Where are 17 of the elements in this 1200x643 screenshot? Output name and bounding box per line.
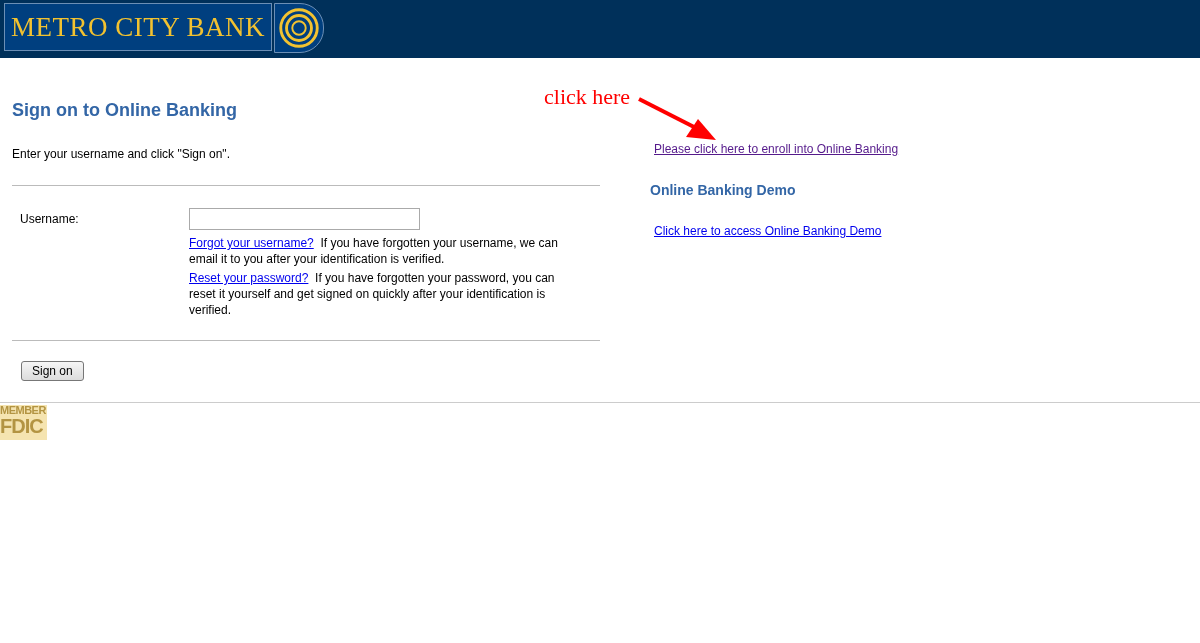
bank-logo[interactable]: METRO CITY BANK [4, 3, 272, 51]
username-label: Username: [20, 211, 80, 228]
annotation-text: click here [544, 84, 631, 110]
help-text: Forgot your username? If you have forgotten your username, we can email it to you after your identification is verified. [189, 235, 559, 267]
help-link[interactable]: Forgot your username? [189, 236, 314, 250]
demo-link[interactable]: Click here to access Online Banking Demo [654, 224, 882, 238]
help-text: Reset your password? If you have forgotten your password, you can reset it yourself and get signed on quickly after your identification is verified. [189, 270, 556, 318]
badge-top-text: MEMBER [0, 405, 47, 416]
help-link[interactable]: Reset your password? [189, 271, 309, 285]
sign-on-button[interactable]: Sign on [21, 361, 84, 381]
enroll-link[interactable]: Please click here to enroll into Online Banking [654, 142, 899, 156]
username-field[interactable] [189, 208, 420, 230]
instruction-text: Enter your username and click "Sign on". [12, 147, 231, 161]
badge-bottom-text: FDIC [0, 416, 44, 436]
page-title: Sign on to Online Banking [12, 100, 238, 121]
demo-heading: Online Banking Demo [650, 182, 797, 198]
swirl-emblem-icon [274, 3, 324, 53]
